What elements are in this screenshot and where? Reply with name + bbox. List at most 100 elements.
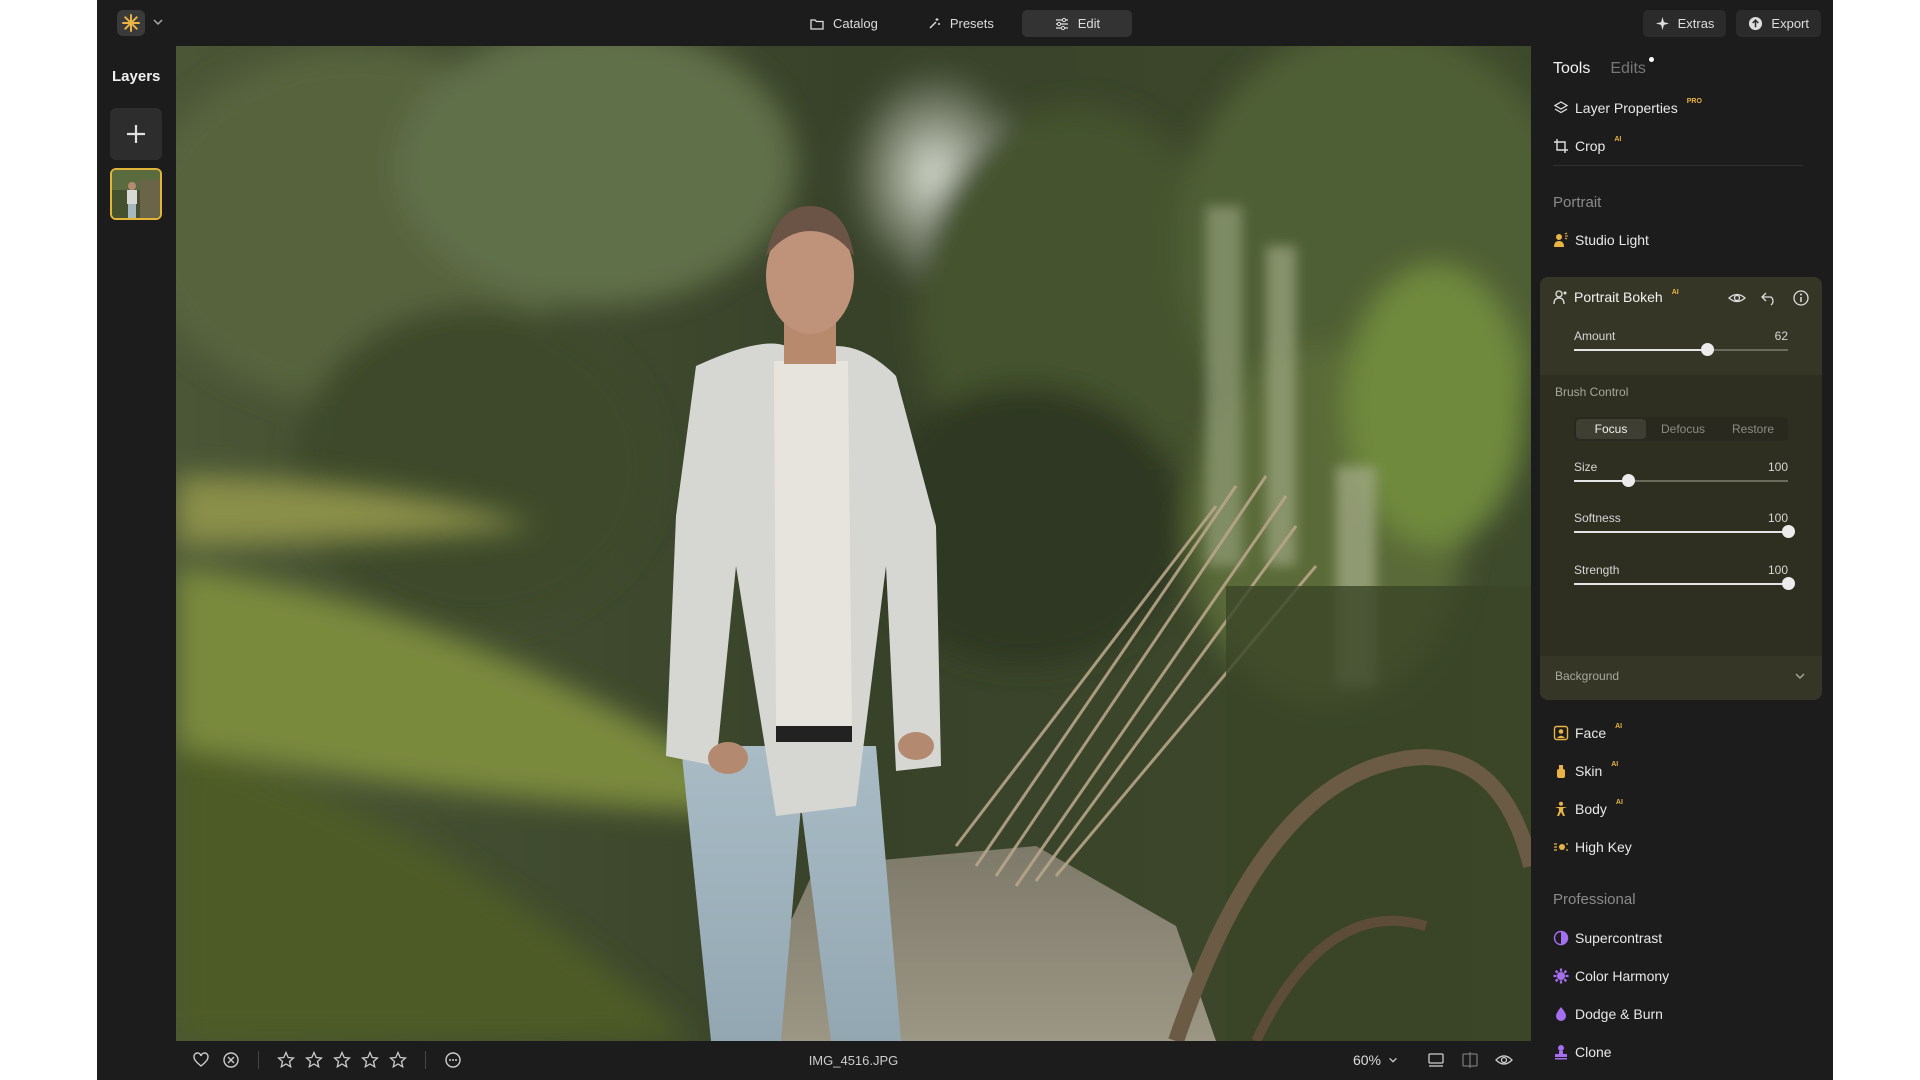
tool-label: Supercontrast <box>1575 930 1663 946</box>
extras-label: Extras <box>1677 16 1715 31</box>
ai-badge: AI <box>1614 136 1622 143</box>
body-figure-icon <box>1555 801 1567 816</box>
tab-edit[interactable]: Edit <box>1021 10 1132 37</box>
slider-knob[interactable] <box>1621 474 1635 487</box>
drop-icon <box>1556 1007 1566 1021</box>
layer-thumbnail-image <box>112 170 160 218</box>
mode-focus[interactable]: Focus <box>1576 419 1646 439</box>
filmstrip-icon[interactable] <box>1427 1051 1445 1069</box>
tool-high-key[interactable]: High Key <box>1553 837 1632 857</box>
zoom-dropdown[interactable]: 60% <box>1353 1052 1399 1068</box>
tab-catalog[interactable]: Catalog <box>789 10 898 37</box>
studio-light-icon <box>1554 232 1568 247</box>
tool-label: Portrait Bokeh <box>1574 289 1663 305</box>
panel-tabs: Tools Edits <box>1553 57 1654 78</box>
slider-label: Amount <box>1574 329 1616 343</box>
tool-skin[interactable]: Skin AI <box>1553 761 1618 781</box>
tool-label: Body <box>1575 801 1607 817</box>
slider-value: 100 <box>1767 563 1788 577</box>
slider-knob[interactable] <box>1782 577 1795 590</box>
tool-portrait-bokeh[interactable]: Portrait Bokeh AI <box>1552 289 1679 305</box>
tool-layer-properties[interactable]: Layer Properties PRO <box>1553 98 1702 118</box>
bottom-bar: IMG_4516.JPG 60% <box>176 1041 1531 1080</box>
ai-badge: AI <box>1671 289 1679 296</box>
clone-stamp-icon <box>1555 1045 1567 1060</box>
ai-badge: AI <box>1615 799 1623 806</box>
tool-supercontrast[interactable]: Supercontrast <box>1553 928 1662 948</box>
tab-edits[interactable]: Edits <box>1610 57 1654 78</box>
slider-knob[interactable] <box>1700 343 1714 356</box>
app-logo-button[interactable] <box>117 10 145 36</box>
slider-label: Strength <box>1574 563 1620 577</box>
background-section-toggle[interactable]: Background <box>1555 669 1807 683</box>
divider <box>1553 165 1803 166</box>
ai-badge: AI <box>1615 723 1623 730</box>
tab-presets[interactable]: Presets <box>906 10 1014 37</box>
tool-dodge-burn[interactable]: Dodge & Burn <box>1553 1004 1663 1024</box>
amount-section: Amount 62 <box>1540 321 1822 375</box>
layer-thumbnail[interactable] <box>110 168 162 220</box>
slider-fill <box>1574 480 1628 482</box>
mode-defocus[interactable]: Defocus <box>1648 417 1718 441</box>
slider-label: Softness <box>1574 511 1621 525</box>
tool-face[interactable]: Face AI <box>1553 723 1622 743</box>
slider-value: 100 <box>1767 460 1788 474</box>
export-arrow-icon <box>1749 16 1763 31</box>
pro-badge: PRO <box>1686 98 1702 105</box>
tool-label: Face <box>1575 725 1607 741</box>
amount-slider[interactable]: Amount 62 <box>1574 329 1788 356</box>
tool-label: Skin <box>1575 763 1603 779</box>
tool-label: Dodge & Burn <box>1575 1006 1663 1022</box>
strength-slider[interactable]: Strength 100 <box>1574 563 1795 590</box>
tab-label: Edits <box>1610 60 1646 77</box>
crop-icon <box>1554 139 1568 153</box>
brush-mode-selector: Focus Defocus Restore <box>1574 417 1788 441</box>
slider-track[interactable] <box>1574 474 1788 487</box>
photo-canvas[interactable] <box>176 46 1531 1041</box>
softness-slider[interactable]: Softness 100 <box>1574 511 1795 538</box>
slider-track[interactable] <box>1574 525 1795 538</box>
tool-studio-light[interactable]: Studio Light <box>1553 230 1649 250</box>
tool-clone[interactable]: Clone <box>1553 1042 1612 1062</box>
chevron-down-icon[interactable] <box>151 15 165 29</box>
sliders-icon <box>1055 17 1068 30</box>
tab-label: Presets <box>949 16 994 31</box>
unsaved-dot <box>1648 57 1654 62</box>
sparkle-icon <box>1655 16 1669 31</box>
eye-icon[interactable] <box>1495 1051 1513 1069</box>
background-label: Background <box>1555 669 1620 683</box>
top-right-actions: Extras Export <box>1642 10 1821 37</box>
top-bar: Catalog Presets Edit Extras Export <box>97 0 1833 46</box>
compare-icon[interactable] <box>1461 1051 1479 1069</box>
info-icon[interactable] <box>1792 289 1810 307</box>
tool-crop[interactable]: Crop AI <box>1553 136 1621 156</box>
layers-title: Layers <box>112 68 161 85</box>
slider-track[interactable] <box>1574 577 1795 590</box>
layers-stack-icon <box>1553 101 1569 114</box>
size-slider[interactable]: Size 100 <box>1574 460 1788 487</box>
brush-control-title: Brush Control <box>1555 385 1629 399</box>
portrait-bokeh-icon <box>1553 290 1567 305</box>
add-layer-button[interactable] <box>110 108 162 160</box>
slider-track[interactable] <box>1574 343 1788 356</box>
portrait-bokeh-card: Portrait Bokeh AI Amount 62 Brush Contro… <box>1540 277 1822 700</box>
skin-bottle-icon <box>1557 765 1565 778</box>
tool-label: Layer Properties <box>1575 100 1678 116</box>
color-harmony-icon <box>1553 968 1569 984</box>
slider-knob[interactable] <box>1782 525 1795 538</box>
extras-button[interactable]: Extras <box>1642 10 1727 37</box>
tool-color-harmony[interactable]: Color Harmony <box>1553 966 1669 986</box>
brush-control-section: Brush Control Focus Defocus Restore Size… <box>1540 375 1822 656</box>
tab-tools[interactable]: Tools <box>1553 60 1590 78</box>
export-button[interactable]: Export <box>1736 10 1821 37</box>
undo-icon[interactable] <box>1760 289 1778 307</box>
tool-body[interactable]: Body AI <box>1553 799 1623 819</box>
contrast-circle-icon <box>1553 930 1569 946</box>
slider-label: Size <box>1574 460 1598 474</box>
tool-label: Color Harmony <box>1575 968 1670 984</box>
mode-restore[interactable]: Restore <box>1718 417 1788 441</box>
eye-icon[interactable] <box>1728 289 1746 307</box>
face-icon <box>1553 725 1569 741</box>
slider-fill <box>1574 531 1788 533</box>
tools-panel: Tools Edits Layer Properties PRO Crop AI… <box>1531 46 1833 1080</box>
